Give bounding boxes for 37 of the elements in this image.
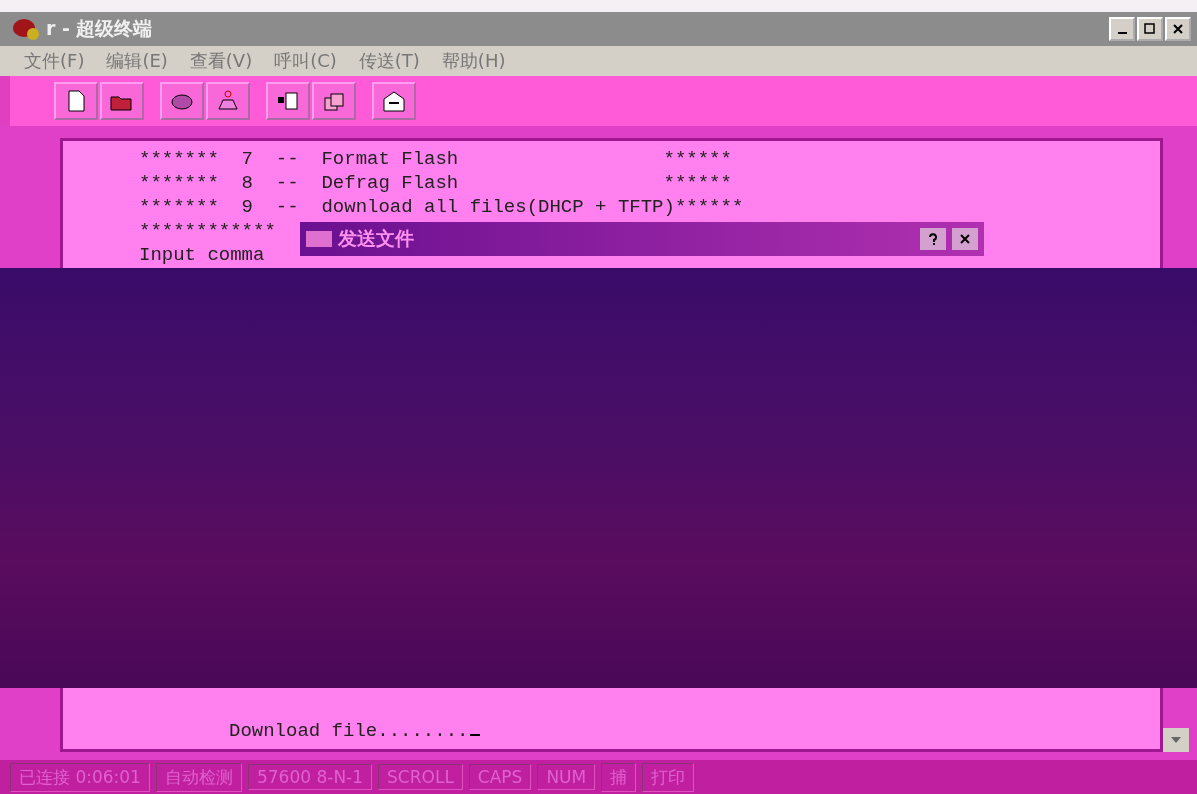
maximize-icon: [1144, 23, 1156, 35]
menu-item[interactable]: 呼叫(C): [274, 49, 337, 73]
open-icon[interactable]: [100, 82, 144, 120]
menu-item[interactable]: 编辑(E): [106, 49, 168, 73]
menu-item[interactable]: 帮助(H): [441, 49, 506, 73]
status-panel: SCROLL: [378, 764, 463, 790]
status-panel: 打印: [642, 762, 695, 792]
scroll-down-button[interactable]: [1163, 728, 1189, 752]
terminal-line: ******* 9 -- download all files(DHCP + TFTP)******: [139, 195, 744, 219]
menu-item[interactable]: 文件(F): [24, 49, 85, 73]
menu-item[interactable]: 传送(T): [358, 49, 420, 73]
receive-icon[interactable]: [312, 82, 356, 120]
minimize-button[interactable]: [1109, 17, 1135, 41]
maximize-button[interactable]: [1137, 17, 1163, 41]
close-icon: [960, 234, 970, 244]
terminal-line: Input comma: [139, 243, 265, 267]
terminal-line: ************: [139, 219, 276, 243]
close-button[interactable]: [952, 228, 978, 250]
terminal-line: ******* 7 -- Format Flash ******: [139, 147, 732, 171]
close-icon: [1172, 23, 1184, 35]
status-panel: 57600 8-N-1: [247, 764, 373, 790]
terminal-line: Download file........: [229, 719, 481, 743]
close-button[interactable]: [1165, 17, 1191, 41]
new-icon[interactable]: [54, 82, 98, 120]
status-panel: 捕: [601, 762, 637, 792]
status-panel: 已连接 0:06:01: [10, 762, 150, 792]
help-button[interactable]: [920, 228, 946, 250]
status-panel: CAPS: [468, 764, 532, 790]
menu-item[interactable]: 查看(V): [189, 49, 253, 73]
status-panel: 自动检测: [155, 762, 242, 792]
status-panel: NUM: [537, 764, 596, 790]
window-title: r - 超级终端: [46, 16, 153, 41]
dialog-title: 发送文件: [338, 226, 414, 251]
terminal-line: ******* 8 -- Defrag Flash ******: [139, 171, 732, 195]
caret-icon: [1171, 737, 1181, 743]
minimize-icon: [1117, 32, 1127, 34]
help-icon: [928, 233, 938, 245]
